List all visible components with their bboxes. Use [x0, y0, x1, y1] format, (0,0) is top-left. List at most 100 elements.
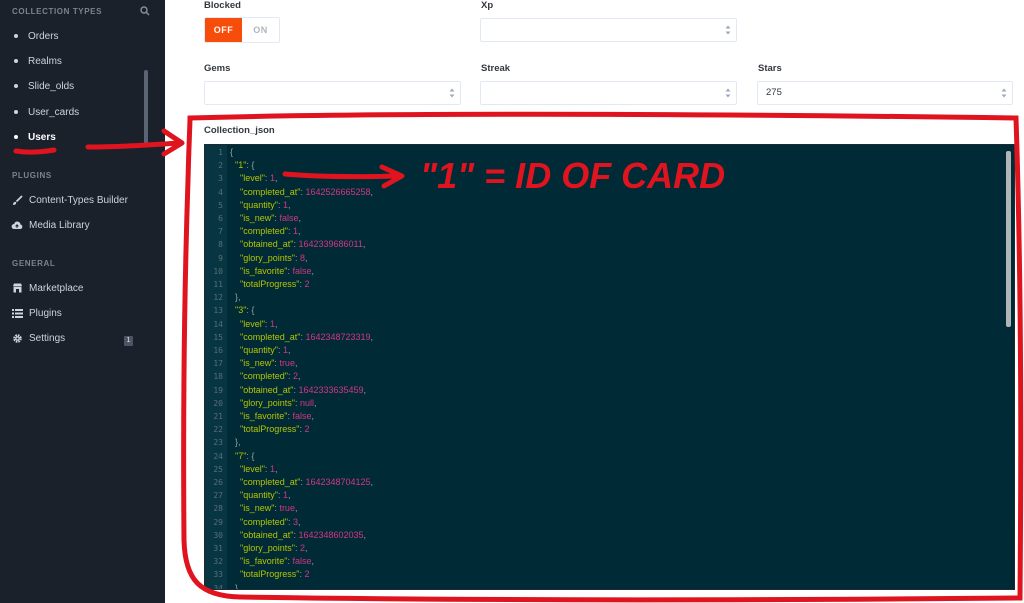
- line-number: 32: [213, 557, 223, 567]
- spinner-icon[interactable]: [1001, 87, 1007, 99]
- json-punct: [230, 253, 240, 263]
- line-number: 23: [213, 438, 223, 448]
- xp-label: Xp: [481, 0, 494, 11]
- line-number: 15: [213, 332, 223, 342]
- code-line: "quantity": 1,: [230, 200, 290, 210]
- sidebar-item-slide-olds[interactable]: Slide_olds: [0, 76, 150, 96]
- stars-input[interactable]: 275: [757, 81, 1013, 105]
- line-number: 3: [218, 174, 223, 184]
- json-value: true: [279, 358, 295, 369]
- sidebar-item-users[interactable]: Users: [0, 127, 150, 147]
- code-line: "7": {: [230, 451, 254, 461]
- json-code-editor[interactable]: 1 2 3 4 5 6 7 8 9 10 11 12 13 14 15 16 17 18 19 20 21 22 23 24 2…: [204, 144, 1015, 590]
- sidebar-item-media-library[interactable]: Media Library: [0, 215, 150, 235]
- line-number: 22: [213, 425, 223, 435]
- json-punct: ,: [297, 371, 301, 382]
- json-value: false: [292, 411, 312, 421]
- json-punct: [230, 411, 240, 421]
- sidebar-item-marketplace[interactable]: Marketplace: [0, 278, 150, 298]
- line-number: 2: [218, 161, 223, 171]
- line-number: 4: [218, 187, 223, 197]
- sidebar-item-label: Users: [28, 131, 56, 143]
- json-value: 1642348723319: [305, 331, 371, 342]
- spinner-icon[interactable]: [725, 24, 731, 36]
- code-line: "level": 1,: [230, 464, 277, 474]
- shop-icon: [11, 282, 23, 294]
- code-line: "level": 1,: [230, 319, 277, 329]
- cloud-upload-icon: [11, 219, 23, 231]
- json-punct: ,: [362, 239, 366, 250]
- json-key: "completed_at": [240, 186, 301, 197]
- json-key: "3": [235, 305, 247, 316]
- code-line: "level": 1,: [230, 173, 277, 183]
- code-line: "obtained_at": 1642348602035,: [230, 530, 366, 540]
- line-number: 17: [213, 359, 223, 369]
- sidebar-item-content-types-builder[interactable]: Content-Types Builder: [0, 190, 150, 210]
- blocked-toggle[interactable]: OFF ON: [204, 17, 280, 43]
- json-punct: ,: [311, 265, 314, 276]
- json-punct: [230, 569, 240, 579]
- json-value: false: [279, 213, 299, 223]
- json-punct: ,: [287, 345, 291, 355]
- json-punct: : {: [246, 160, 255, 171]
- main-content: Blocked OFF ON Xp Gems Streak Stars 275 …: [165, 0, 1024, 603]
- sidebar-item-label: Content-Types Builder: [29, 194, 128, 206]
- json-punct: [230, 187, 240, 197]
- json-punct: [230, 490, 240, 500]
- spinner-icon[interactable]: [449, 87, 455, 99]
- sidebar-scrollbar[interactable]: [144, 70, 148, 145]
- spinner-icon[interactable]: [725, 87, 731, 99]
- json-punct: ,: [370, 331, 374, 342]
- streak-input[interactable]: [480, 81, 737, 105]
- json-punct: ,: [304, 543, 308, 553]
- sidebar-item-user-cards[interactable]: User_cards: [0, 102, 150, 122]
- code-line: "1": {: [230, 160, 254, 170]
- sidebar-item-label: User_cards: [28, 106, 80, 118]
- line-number: 1: [218, 148, 223, 157]
- json-key: "glory_points": [240, 252, 295, 263]
- gems-input[interactable]: [204, 81, 461, 105]
- line-number: 27: [213, 491, 223, 501]
- json-punct: [230, 503, 240, 513]
- search-icon[interactable]: [140, 6, 150, 16]
- json-punct: [230, 200, 240, 210]
- json-key: "completed": [240, 226, 288, 237]
- code-line: "glory_points": 2,: [230, 543, 307, 553]
- json-key: "completed_at": [240, 331, 301, 342]
- json-punct: : {: [246, 305, 255, 316]
- code-line: "quantity": 1,: [230, 490, 290, 500]
- sidebar-item-plugins[interactable]: Plugins: [0, 303, 150, 323]
- blocked-label: Blocked: [204, 0, 241, 11]
- code-line: "quantity": 1,: [230, 345, 290, 355]
- line-number: 26: [213, 478, 223, 487]
- line-number: 11: [213, 280, 223, 289]
- json-punct: [230, 424, 240, 434]
- code-line: "is_favorite": false,: [230, 266, 314, 276]
- line-number: 18: [213, 372, 223, 382]
- xp-input[interactable]: [480, 18, 737, 42]
- editor-scrollbar[interactable]: [1006, 151, 1011, 327]
- json-punct: [230, 332, 240, 342]
- json-punct: ,: [370, 477, 374, 487]
- json-punct: [230, 371, 240, 381]
- json-key: "quantity": [240, 199, 278, 210]
- json-punct: ,: [311, 556, 314, 567]
- code-line: "totalProgress": 2: [230, 569, 309, 579]
- code-line: "completed": 3,: [230, 517, 300, 527]
- list-icon: [11, 307, 23, 319]
- json-key: "is_new": [240, 358, 275, 369]
- json-punct: [230, 477, 240, 487]
- code-line: "is_new": true,: [230, 503, 297, 513]
- json-key: "glory_points": [240, 543, 295, 553]
- sidebar-item-realms[interactable]: Realms: [0, 51, 150, 71]
- json-punct: : {: [246, 450, 255, 461]
- code-line: "completed_at": 1642348723319,: [230, 332, 373, 342]
- json-punct: [230, 345, 240, 355]
- collection-types-title: COLLECTION TYPES: [12, 7, 103, 16]
- toggle-on-button[interactable]: ON: [242, 18, 279, 42]
- toggle-off-button[interactable]: OFF: [205, 18, 242, 42]
- sidebar-item-orders[interactable]: Orders: [0, 26, 150, 46]
- code-line: "is_new": true,: [230, 358, 297, 368]
- line-number: 14: [213, 319, 223, 329]
- line-number: 10: [213, 266, 223, 276]
